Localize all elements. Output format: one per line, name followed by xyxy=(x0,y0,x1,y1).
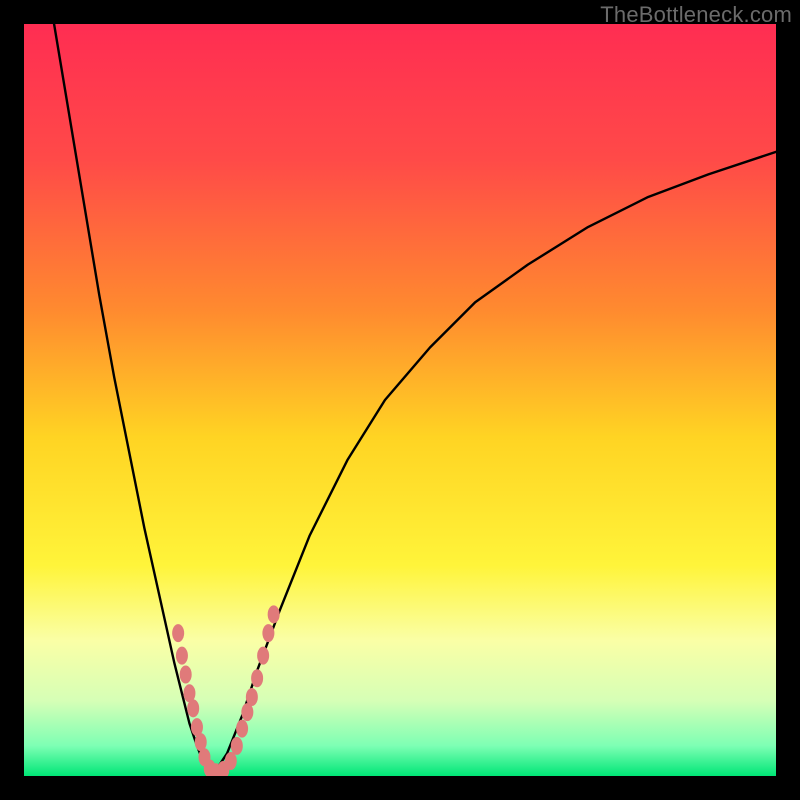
marker-dot xyxy=(225,752,237,770)
marker-dot xyxy=(246,688,258,706)
gradient-background xyxy=(24,24,776,776)
marker-dot xyxy=(180,665,192,683)
marker-dot xyxy=(176,647,188,665)
marker-dot xyxy=(262,624,274,642)
chart-frame: TheBottleneck.com xyxy=(0,0,800,800)
marker-dot xyxy=(236,720,248,738)
marker-dot xyxy=(231,737,243,755)
marker-dot xyxy=(251,669,263,687)
marker-dot xyxy=(172,624,184,642)
marker-dot xyxy=(187,699,199,717)
chart-svg xyxy=(24,24,776,776)
marker-dot xyxy=(268,605,280,623)
marker-dot xyxy=(257,647,269,665)
plot-area xyxy=(24,24,776,776)
